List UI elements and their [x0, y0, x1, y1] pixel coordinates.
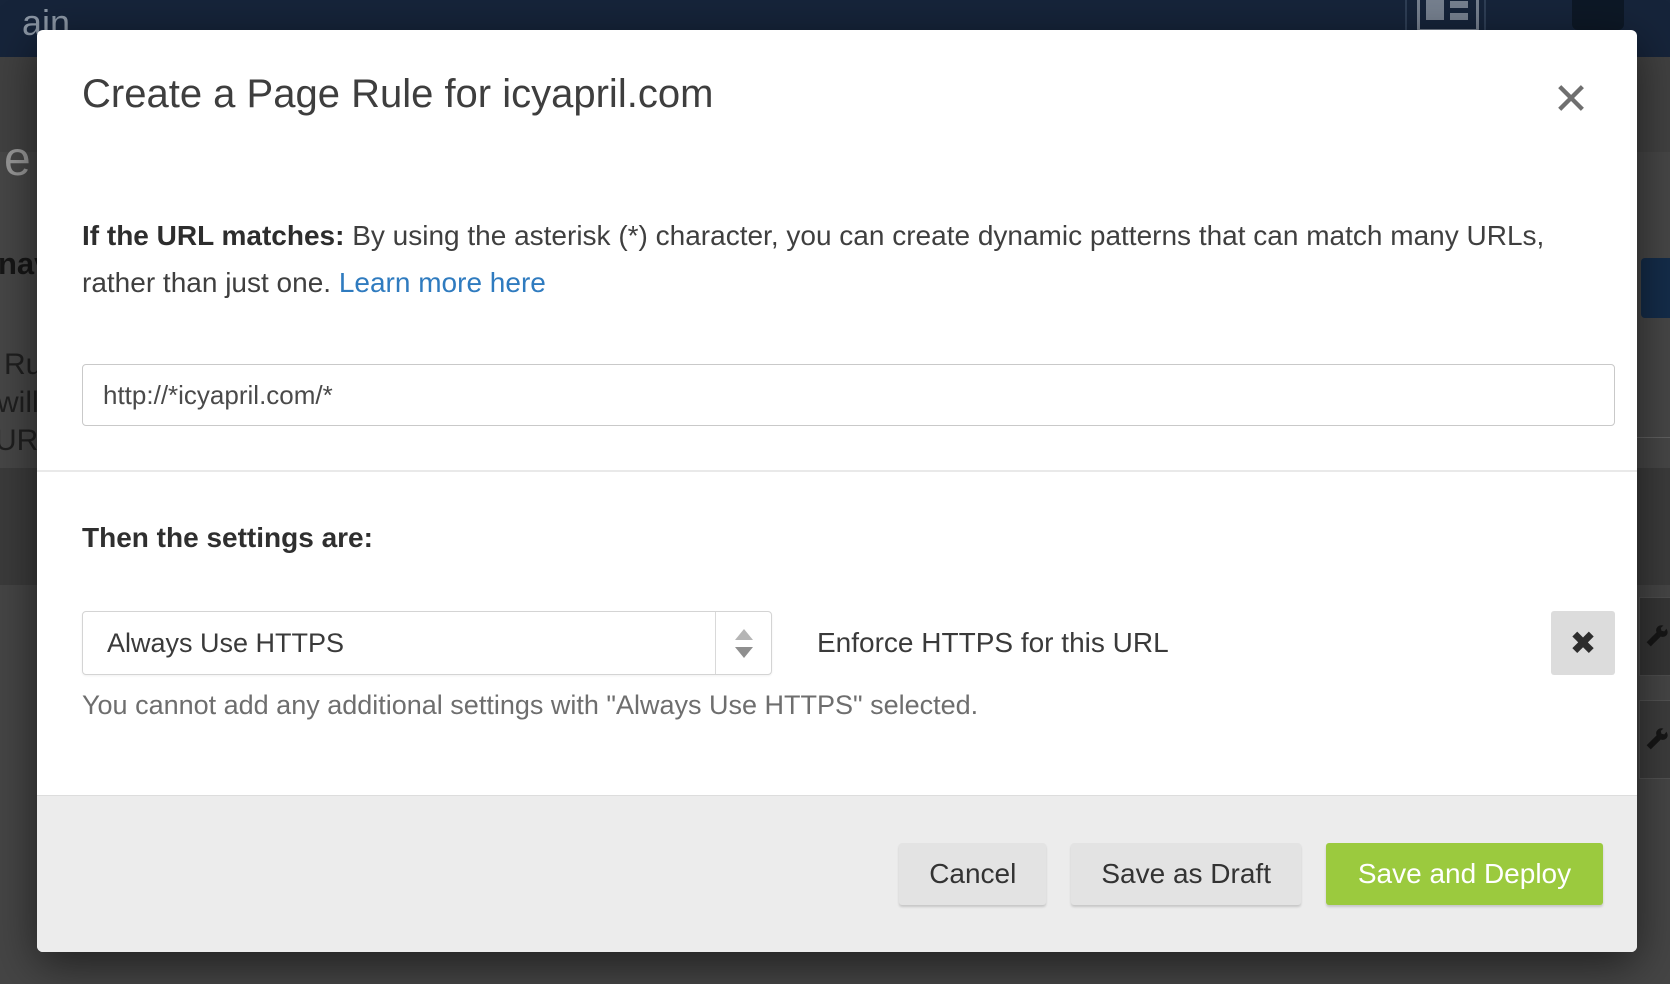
cancel-button[interactable]: Cancel — [899, 843, 1046, 905]
remove-setting-button[interactable]: ✖ — [1551, 611, 1615, 675]
layout-icon — [1417, 0, 1479, 32]
setting-select-value: Always Use HTTPS — [83, 612, 715, 674]
section-divider — [37, 470, 1637, 472]
layout-icon-bar — [1450, 1, 1468, 8]
wrench-icon — [1641, 725, 1670, 755]
remove-setting-icon: ✖ — [1570, 625, 1597, 661]
wrench-icon — [1641, 622, 1670, 652]
url-match-label: If the URL matches: — [82, 220, 344, 251]
app-icon — [1572, 0, 1624, 30]
background-rule-card — [1639, 700, 1670, 779]
close-button[interactable]: ✕ — [1545, 74, 1597, 126]
learn-more-link[interactable]: Learn more here — [339, 267, 546, 298]
background-divider — [1637, 437, 1670, 438]
background-rule-card — [1639, 597, 1670, 676]
save-and-deploy-button[interactable]: Save and Deploy — [1326, 843, 1603, 905]
setting-note: You cannot add any additional settings w… — [82, 690, 978, 721]
setting-row: Always Use HTTPS Enforce HTTPS for this … — [82, 611, 1615, 675]
background-text-fragment: UR — [0, 424, 38, 458]
setting-description: Enforce HTTPS for this URL — [817, 627, 1169, 659]
settings-heading: Then the settings are: — [82, 522, 373, 554]
layout-icon-block — [1426, 0, 1444, 20]
page-title: Create a Page Rule for icyapril.com — [82, 72, 713, 117]
select-spinner-icon — [715, 612, 771, 674]
url-pattern-input[interactable] — [82, 364, 1615, 426]
modal-footer: Cancel Save as Draft Save and Deploy — [37, 795, 1637, 952]
chevron-down-icon — [735, 647, 753, 658]
background-text-fragment: will — [0, 386, 39, 420]
background-blue-button-fragment — [1641, 258, 1670, 318]
close-icon: ✕ — [1553, 75, 1590, 124]
background-text-fragment: e — [4, 132, 31, 187]
screen: ain. e nav Ru will UR Create a Page Rule… — [0, 0, 1670, 984]
url-match-description: If the URL matches: By using the asteris… — [82, 212, 1562, 306]
chevron-up-icon — [735, 629, 753, 640]
setting-select[interactable]: Always Use HTTPS — [82, 611, 772, 675]
create-page-rule-modal: Create a Page Rule for icyapril.com ✕ If… — [37, 30, 1637, 952]
save-as-draft-button[interactable]: Save as Draft — [1071, 843, 1301, 905]
layout-icon-bar — [1450, 13, 1468, 20]
